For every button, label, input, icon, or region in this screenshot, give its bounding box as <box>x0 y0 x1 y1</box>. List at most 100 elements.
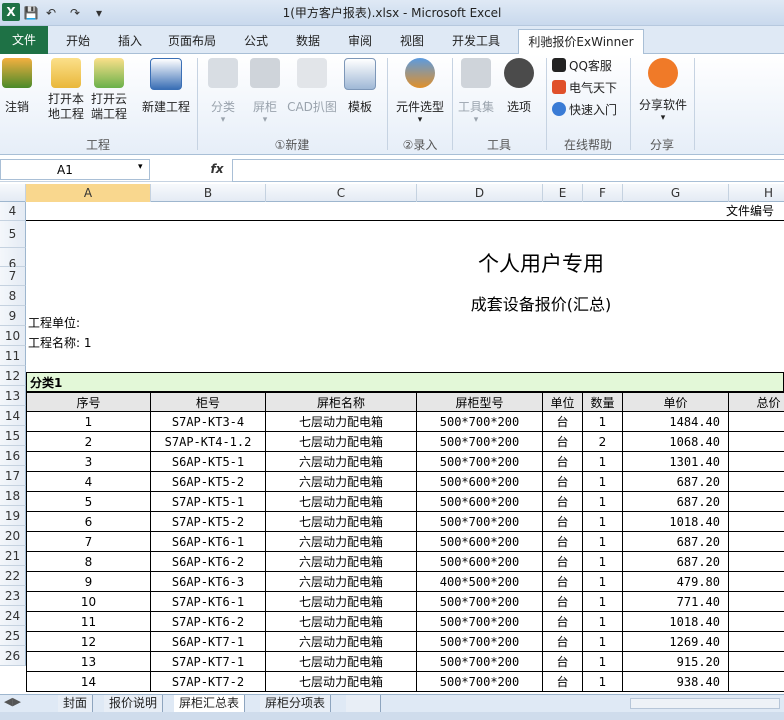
table-cell-cabinet-model[interactable]: 500*700*200 <box>417 452 543 472</box>
sheet-tab-cabinet-summary[interactable]: 屏柜汇总表 <box>174 695 246 712</box>
row-header[interactable]: 26 <box>0 646 26 666</box>
table-cell-cabinet-name[interactable]: 七层动力配电箱 <box>266 592 417 612</box>
name-box-dropdown-icon[interactable]: ▾ <box>138 162 143 172</box>
options-button[interactable]: 选项 <box>502 58 536 115</box>
table-cell-index[interactable]: 12 <box>26 632 151 652</box>
table-cell-quantity[interactable]: 1 <box>583 652 623 672</box>
row-header[interactable]: 18 <box>0 486 26 506</box>
column-header-h[interactable]: H <box>729 184 784 202</box>
row-header[interactable]: 4 <box>0 202 26 221</box>
table-cell-total-price[interactable]: 4 <box>729 572 784 592</box>
select-all-corner[interactable] <box>0 184 26 202</box>
tab-exwinner[interactable]: 利驰报价ExWinner <box>518 29 644 56</box>
table-cell-quantity[interactable]: 1 <box>583 472 623 492</box>
table-cell-cabinet-model[interactable]: 500*700*200 <box>417 512 543 532</box>
row-header[interactable]: 24 <box>0 606 26 626</box>
table-cell-quantity[interactable]: 1 <box>583 492 623 512</box>
table-cell-unit[interactable]: 台 <box>543 552 583 572</box>
table-cell-index[interactable]: 9 <box>26 572 151 592</box>
table-cell-unit-price[interactable]: 687.20 <box>623 532 729 552</box>
table-cell-cabinet-name[interactable]: 六层动力配电箱 <box>266 632 417 652</box>
table-cell-cabinet-no[interactable]: S6AP-KT6-2 <box>151 552 266 572</box>
dianqi-tianxia-button[interactable]: 电气天下 <box>552 78 617 98</box>
worksheet-grid[interactable]: 文件编号 个人用户专用 成套设备报价(汇总) 工程单位: 工程名称: 1 分类1… <box>26 202 784 694</box>
table-cell-cabinet-no[interactable]: S6AP-KT6-1 <box>151 532 266 552</box>
table-cell-cabinet-model[interactable]: 500*600*200 <box>417 472 543 492</box>
table-cell-unit-price[interactable]: 1068.40 <box>623 432 729 452</box>
tab-data[interactable]: 数据 <box>286 29 330 53</box>
table-cell-unit-price[interactable]: 1018.40 <box>623 512 729 532</box>
row-header[interactable]: 10 <box>0 326 26 346</box>
table-cell-unit-price[interactable]: 938.40 <box>623 672 729 692</box>
table-cell-cabinet-name[interactable]: 六层动力配电箱 <box>266 472 417 492</box>
column-header-d[interactable]: D <box>417 184 543 202</box>
table-cell-unit[interactable]: 台 <box>543 612 583 632</box>
tab-formulas[interactable]: 公式 <box>234 29 278 53</box>
table-cell-index[interactable]: 14 <box>26 672 151 692</box>
table-cell-index[interactable]: 11 <box>26 612 151 632</box>
table-cell-cabinet-model[interactable]: 500*700*200 <box>417 632 543 652</box>
row-header[interactable]: 25 <box>0 626 26 646</box>
tab-page-layout[interactable]: 页面布局 <box>160 29 224 53</box>
row-header[interactable]: 8 <box>0 286 26 306</box>
table-cell-unit[interactable]: 台 <box>543 492 583 512</box>
column-header-e[interactable]: E <box>543 184 583 202</box>
table-cell-quantity[interactable]: 1 <box>583 592 623 612</box>
row-header[interactable]: 15 <box>0 426 26 446</box>
name-box[interactable]: A1 <box>0 159 150 180</box>
insert-function-icon[interactable]: fx <box>203 159 231 180</box>
table-cell-unit-price[interactable]: 915.20 <box>623 652 729 672</box>
table-cell-total-price[interactable]: 12 <box>729 632 784 652</box>
table-cell-index[interactable]: 3 <box>26 452 151 472</box>
table-cell-cabinet-no[interactable]: S7AP-KT6-2 <box>151 612 266 632</box>
table-cell-quantity[interactable]: 1 <box>583 452 623 472</box>
table-cell-cabinet-no[interactable]: S6AP-KT6-3 <box>151 572 266 592</box>
table-cell-cabinet-no[interactable]: S7AP-KT5-2 <box>151 512 266 532</box>
table-cell-cabinet-model[interactable]: 500*700*200 <box>417 592 543 612</box>
sheet-tab-cabinet-detail[interactable]: 屏柜分项表 <box>260 695 332 712</box>
table-cell-total-price[interactable]: 6 <box>729 532 784 552</box>
new-project-button[interactable]: 新建工程 <box>140 58 192 115</box>
table-cell-cabinet-no[interactable]: S7AP-KT6-1 <box>151 592 266 612</box>
table-cell-unit[interactable]: 台 <box>543 452 583 472</box>
table-cell-unit[interactable]: 台 <box>543 572 583 592</box>
table-cell-cabinet-no[interactable]: S7AP-KT7-1 <box>151 652 266 672</box>
table-cell-cabinet-model[interactable]: 500*700*200 <box>417 412 543 432</box>
table-cell-cabinet-model[interactable]: 500*700*200 <box>417 432 543 452</box>
horizontal-scrollbar[interactable] <box>630 698 780 709</box>
table-cell-cabinet-no[interactable]: S6AP-KT7-1 <box>151 632 266 652</box>
row-header[interactable]: 23 <box>0 586 26 606</box>
table-cell-cabinet-model[interactable]: 500*700*200 <box>417 672 543 692</box>
table-cell-index[interactable]: 10 <box>26 592 151 612</box>
table-cell-unit[interactable]: 台 <box>543 672 583 692</box>
table-cell-cabinet-no[interactable]: S7AP-KT7-2 <box>151 672 266 692</box>
template-button[interactable]: 模板 <box>344 58 376 115</box>
table-cell-cabinet-model[interactable]: 500*700*200 <box>417 652 543 672</box>
table-cell-unit-price[interactable]: 687.20 <box>623 472 729 492</box>
table-cell-cabinet-name[interactable]: 七层动力配电箱 <box>266 412 417 432</box>
table-cell-total-price[interactable]: 9 <box>729 652 784 672</box>
table-cell-cabinet-name[interactable]: 七层动力配电箱 <box>266 672 417 692</box>
table-cell-quantity[interactable]: 1 <box>583 572 623 592</box>
table-cell-total-price[interactable]: 13 <box>729 452 784 472</box>
table-cell-total-price[interactable]: 6 <box>729 492 784 512</box>
table-cell-total-price[interactable]: 7 <box>729 592 784 612</box>
table-cell-total-price[interactable]: 6 <box>729 552 784 572</box>
row-header[interactable]: 11 <box>0 346 26 366</box>
table-cell-index[interactable]: 6 <box>26 512 151 532</box>
table-cell-cabinet-model[interactable]: 500*600*200 <box>417 492 543 512</box>
toolset-button[interactable]: 工具集 ▾ <box>456 58 496 125</box>
row-header[interactable]: 22 <box>0 566 26 586</box>
table-cell-cabinet-no[interactable]: S6AP-KT5-2 <box>151 472 266 492</box>
row-header[interactable]: 17 <box>0 466 26 486</box>
tab-view[interactable]: 视图 <box>390 29 434 53</box>
row-header[interactable]: 21 <box>0 546 26 566</box>
table-cell-quantity[interactable]: 1 <box>583 532 623 552</box>
table-cell-cabinet-model[interactable]: 500*600*200 <box>417 552 543 572</box>
table-cell-index[interactable]: 13 <box>26 652 151 672</box>
logout-button[interactable]: 注销 <box>2 58 32 115</box>
tab-file[interactable]: 文件 <box>0 26 48 54</box>
table-cell-unit-price[interactable]: 687.20 <box>623 552 729 572</box>
table-cell-quantity[interactable]: 1 <box>583 412 623 432</box>
row-header[interactable]: 19 <box>0 506 26 526</box>
